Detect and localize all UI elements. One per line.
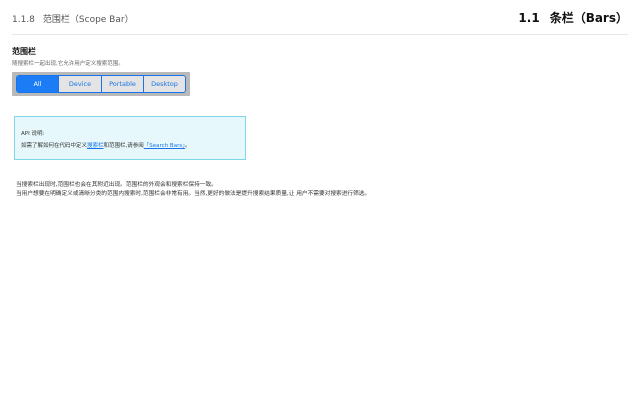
section-title: 范围栏	[12, 47, 36, 56]
scope-segment-desktop[interactable]: Desktop	[144, 76, 185, 92]
api-note-text-prefix: 如需了解如何在代码中定义	[21, 143, 88, 149]
scope-bar: All Device Portable Desktop	[16, 75, 186, 93]
body-line-1: 当搜索栏出现时,范围栏也会在其附近出现。范围栏的外观会和搜索栏保持一致。	[16, 182, 217, 188]
page-header: 1.1.8 范围栏（Scope Bar） 1.1 条栏（Bars）	[12, 8, 628, 35]
search-bar-link[interactable]: 搜索栏	[87, 143, 104, 149]
section-heading: 1.1.8 范围栏（Scope Bar）	[12, 12, 134, 25]
api-note-text-middle: 和范围栏,请参阅	[103, 143, 144, 149]
body-line-2: 当用户想要在明确定义或清晰分类的范围内搜索时,范围栏会非常有用。当然,更好的做法…	[16, 191, 371, 197]
scope-segment-all[interactable]: All	[17, 76, 59, 92]
section-number: 1.1.8	[12, 15, 35, 25]
body-paragraph: 当搜索栏出现时,范围栏也会在其附近出现。范围栏的外观会和搜索栏保持一致。 当用户…	[16, 181, 370, 199]
api-note-body: 如需了解如何在代码中定义搜索栏和范围栏,请参阅「Search Bars」。	[21, 141, 245, 149]
chapter-title: 条栏（Bars）	[549, 11, 628, 25]
chapter-number: 1.1	[518, 11, 540, 25]
section-subtitle: 随搜索栏一起出现,它允许用户定义搜索范围。	[12, 61, 124, 67]
scope-segment-portable[interactable]: Portable	[102, 76, 144, 92]
chapter-heading: 1.1 条栏（Bars）	[518, 9, 628, 26]
api-note-text-suffix: 。	[184, 143, 191, 149]
section-heading-title: 范围栏（Scope Bar）	[42, 15, 134, 25]
api-note-box: API 说明: 如需了解如何在代码中定义搜索栏和范围栏,请参阅「Search B…	[14, 116, 246, 160]
scope-segment-device[interactable]: Device	[59, 76, 102, 92]
api-note-title: API 说明:	[21, 131, 45, 137]
search-bars-reference-link[interactable]: 「Search Bars」	[144, 143, 185, 149]
scope-bar-example: All Device Portable Desktop	[12, 72, 190, 96]
